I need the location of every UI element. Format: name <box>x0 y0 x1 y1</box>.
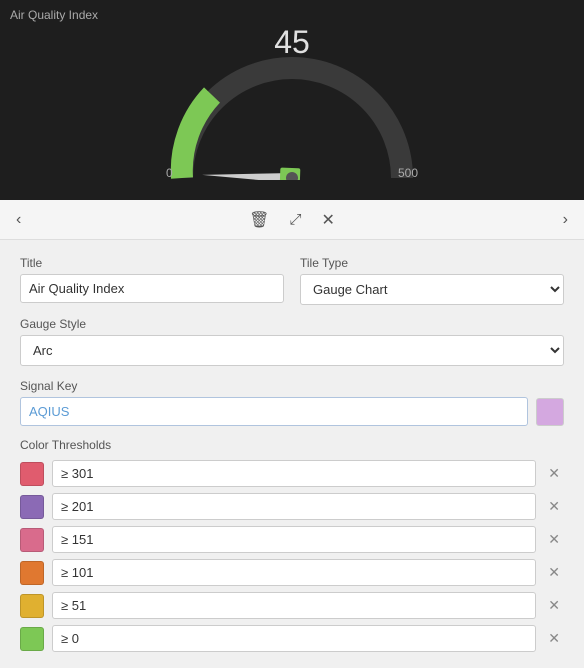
next-button[interactable]: › <box>559 209 572 231</box>
next-icon: › <box>563 211 568 229</box>
threshold-color-2[interactable] <box>20 528 44 552</box>
threshold-color-1[interactable] <box>20 495 44 519</box>
threshold-remove-4[interactable]: ✕ <box>544 595 564 616</box>
threshold-input-1[interactable] <box>52 493 536 520</box>
threshold-remove-5[interactable]: ✕ <box>544 628 564 649</box>
tile-type-select[interactable]: Gauge Chart Line Chart Bar Chart Number <box>300 274 564 305</box>
gauge-labels: 0 500 <box>162 166 422 180</box>
title-label: Title <box>20 256 284 270</box>
threshold-input-2[interactable] <box>52 526 536 553</box>
title-input[interactable] <box>20 274 284 303</box>
prev-icon: ‹ <box>16 211 21 229</box>
color-thresholds-label: Color Thresholds <box>20 438 564 452</box>
gauge-min-label: 0 <box>166 166 173 180</box>
threshold-color-5[interactable] <box>20 627 44 651</box>
close-button[interactable]: ✕ <box>317 208 338 232</box>
color-thresholds-section: Color Thresholds ✕ ✕ ✕ ✕ <box>20 438 564 652</box>
threshold-remove-2[interactable]: ✕ <box>544 529 564 550</box>
signal-key-input[interactable] <box>20 397 528 426</box>
gauge-svg <box>162 50 422 180</box>
signal-key-section: Signal Key <box>20 378 564 426</box>
toolbar-right: › <box>559 209 572 231</box>
expand-icon: ⤢ <box>289 211 301 228</box>
prev-button[interactable]: ‹ <box>12 209 25 231</box>
threshold-color-0[interactable] <box>20 462 44 486</box>
toolbar-center: 🗑 ⤢ ✕ <box>245 208 339 232</box>
threshold-color-4[interactable] <box>20 594 44 618</box>
close-icon: ✕ <box>321 210 334 230</box>
toolbar-left: ‹ <box>12 209 25 231</box>
threshold-remove-1[interactable]: ✕ <box>544 496 564 517</box>
settings-panel: Title Tile Type Gauge Chart Line Chart B… <box>0 240 584 668</box>
title-group: Title <box>20 256 284 305</box>
signal-key-label: Signal Key <box>20 379 77 393</box>
gauge-title: Air Quality Index <box>10 8 98 22</box>
toolbar: ‹ 🗑 ⤢ ✕ › <box>0 200 584 240</box>
signal-key-color-swatch[interactable] <box>536 398 564 426</box>
threshold-item: ✕ <box>20 559 564 586</box>
threshold-item: ✕ <box>20 592 564 619</box>
threshold-input-3[interactable] <box>52 559 536 586</box>
gauge-max-label: 500 <box>398 166 418 180</box>
gauge-container: 0 500 <box>162 50 422 180</box>
threshold-color-3[interactable] <box>20 561 44 585</box>
title-tiletype-row: Title Tile Type Gauge Chart Line Chart B… <box>20 256 564 305</box>
gauge-panel: Air Quality Index 45 0 500 <box>0 0 584 200</box>
threshold-remove-0[interactable]: ✕ <box>544 463 564 484</box>
threshold-item: ✕ <box>20 526 564 553</box>
threshold-input-0[interactable] <box>52 460 536 487</box>
threshold-input-5[interactable] <box>52 625 536 652</box>
tile-type-group: Tile Type Gauge Chart Line Chart Bar Cha… <box>300 256 564 305</box>
expand-button[interactable]: ⤢ <box>285 209 305 230</box>
tile-type-label: Tile Type <box>300 256 564 270</box>
threshold-item: ✕ <box>20 625 564 652</box>
threshold-item: ✕ <box>20 460 564 487</box>
signal-key-row <box>20 397 564 426</box>
gauge-style-select[interactable]: Arc Radial Linear <box>20 335 564 366</box>
delete-icon: 🗑 <box>249 210 269 230</box>
threshold-item: ✕ <box>20 493 564 520</box>
threshold-remove-3[interactable]: ✕ <box>544 562 564 583</box>
gauge-style-label: Gauge Style <box>20 317 564 331</box>
gauge-style-group: Gauge Style Arc Radial Linear <box>20 317 564 366</box>
threshold-list: ✕ ✕ ✕ ✕ ✕ <box>20 460 564 652</box>
delete-button[interactable]: 🗑 <box>245 208 273 232</box>
threshold-input-4[interactable] <box>52 592 536 619</box>
